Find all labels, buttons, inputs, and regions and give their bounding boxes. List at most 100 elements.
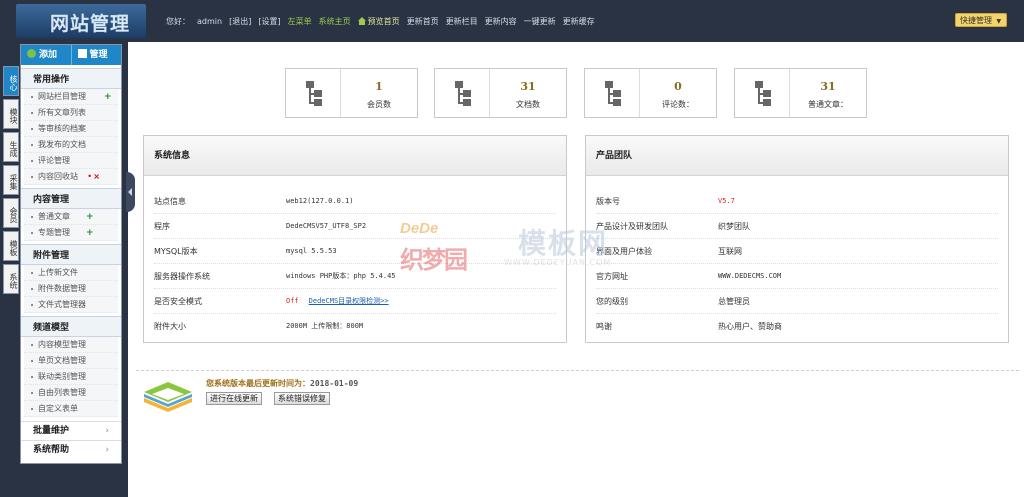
tab-generate[interactable]: 生成 [3,132,19,162]
group-channel-model: 频道模型 [21,316,121,337]
stat-articles: 31 普通文章： [734,68,867,118]
info-key: MYSQL版本 [154,247,198,256]
menu-item-free-list[interactable]: 自由列表管理 [24,385,118,401]
menu-item-label: 内容回收站 [38,172,78,181]
menu-item-label: 网站栏目管理 [38,92,86,101]
username: admin [197,17,223,26]
collapse-sidebar-handle[interactable] [126,172,135,212]
left-menu-link[interactable]: 左菜单 [288,16,312,27]
one-click-update-link[interactable]: 一键更新 [524,16,556,27]
menu-item-upload-file[interactable]: 上传新文件 [24,265,118,281]
online-update-button[interactable]: 进行在线更新 [206,392,262,405]
vertical-tabs: 核心 模块 生成 采集 会员 模板 系统 [3,66,19,297]
logout-link[interactable]: [退出] [229,16,251,27]
menu-item-all-articles[interactable]: 所有文章列表 [24,105,118,121]
system-help-link[interactable]: 系统帮助 › [21,440,121,459]
menu-item-pending-docs[interactable]: 等审核的档案 [24,121,118,137]
menu-item-single-page[interactable]: 单页文档管理 [24,353,118,369]
menu-item-recycle-bin[interactable]: 内容回收站 • × [24,169,118,185]
info-value: windows PHP版本：php 5.4.45 [286,272,396,280]
tab-core[interactable]: 核心 [3,66,19,96]
menu-item-topic-manage[interactable]: 专题管理 + [24,225,118,241]
info-key: 附件大小 [154,322,186,331]
preview-home-link[interactable]: 预览首页 [357,16,400,27]
team-key: 鸣谢 [596,322,612,331]
add-plus-icon[interactable]: + [86,225,94,241]
tab-system[interactable]: 系统 [3,264,19,294]
stat-value: 31 [520,80,536,93]
info-key: 站点信息 [154,197,186,206]
info-value: web12(127.0.0.1) [286,197,354,205]
tab-collect[interactable]: 采集 [3,165,19,195]
manage-icon [77,49,87,58]
add-plus-icon[interactable]: + [86,209,94,225]
group-content: 内容管理 [21,188,121,209]
add-tab[interactable]: 添加 [21,45,71,65]
tab-member[interactable]: 会员 [3,198,19,228]
update-content-link[interactable]: 更新内容 [485,16,517,27]
menu-item-file-manager[interactable]: 文件式管理器 [24,297,118,313]
menu-item-my-docs[interactable]: 我发布的文档 [24,137,118,153]
quick-manage-label: 快捷管理 [960,16,992,25]
info-value: 2000M 上传限制：800M [286,322,364,330]
system-repair-button[interactable]: 系统错误修复 [274,392,330,405]
menu-item-attachment-data[interactable]: 附件数据管理 [24,281,118,297]
stat-value: 0 [674,80,682,93]
menu-item-column-manage[interactable]: 网站栏目管理 + [24,89,118,105]
tree-icon [435,69,490,117]
menu-item-label: 附件数据管理 [38,284,86,293]
menu-item-label: 单页文档管理 [38,356,86,365]
greeting-label: 您好： [166,17,190,26]
menu-item-custom-form[interactable]: 自定义表单 [24,401,118,417]
version-value: V5.7 [718,197,735,205]
add-plus-icon[interactable]: + [104,89,112,105]
tree-icon [735,69,790,117]
batch-maintain-link[interactable]: 批量维护 › [21,421,121,440]
menu-item-label: 普通文章 [38,212,70,221]
dedecms-logo-icon [140,380,196,414]
team-row: 产品设计及研发团队 织梦团队 [596,214,998,239]
manage-tab-label: 管理 [89,50,108,60]
site-logo: 网站管理 [16,4,146,38]
tab-template[interactable]: 模板 [3,231,19,261]
team-key: 版本号 [596,197,620,206]
permission-check-link[interactable]: DedeCMS目录权限检测>> [309,297,389,305]
manage-tab[interactable]: 管理 [70,45,122,65]
team-row: 鸣谢 热心用户、赞助商 [596,314,998,339]
official-site-value[interactable]: WWW.DEDECMS.COM [718,264,781,289]
top-nav: 您好： admin [退出] [设置] 左菜单 系统主页 预览首页 更新首页 更… [166,16,602,27]
clear-x-icon[interactable]: × [93,169,100,185]
tree-icon [585,69,640,117]
settings-link[interactable]: [设置] [258,16,280,27]
side-menu: 添加 管理 常用操作 网站栏目管理 + 所有文章列表 等审核的档案 我发布的文档 … [20,44,122,464]
menu-item-label: 内容模型管理 [38,340,86,349]
update-column-link[interactable]: 更新栏目 [446,16,478,27]
team-row: 界面及用户体验 互联网 [596,239,998,264]
team-value: 织梦团队 [718,222,750,231]
dot-icon: • [87,172,92,181]
update-cache-link[interactable]: 更新缓存 [563,16,595,27]
team-row: 官方网址 WWW.DEDECMS.COM [596,264,998,289]
team-value: 热心用户、赞助商 [718,322,782,331]
menu-item-comment-manage[interactable]: 评论管理 [24,153,118,169]
menu-item-label: 自定义表单 [38,404,78,413]
menu-item-normal-article[interactable]: 普通文章 + [24,209,118,225]
last-update-label: 您系统版本最后更新时间为： [206,379,310,388]
menu-item-label: 专题管理 [38,228,70,237]
menu-item-linkage-category[interactable]: 联动类别管理 [24,369,118,385]
team-key: 您的级别 [596,297,628,306]
info-value: DedeCMSV57_UTF8_SP2 [286,222,367,230]
preview-home-label: 预览首页 [367,17,400,26]
quick-manage-dropdown[interactable]: 快捷管理 ▼ [955,13,1007,27]
tab-module[interactable]: 模块 [3,99,19,129]
menu-item-label: 上传新文件 [38,268,78,277]
menu-item-label: 文件式管理器 [38,300,86,309]
menu-item-content-model[interactable]: 内容模型管理 [24,337,118,353]
side-menu-header: 添加 管理 [21,45,121,65]
update-home-link[interactable]: 更新首页 [407,16,439,27]
panel-title: 系统信息 [144,136,566,176]
system-home-link[interactable]: 系统主页 [319,16,351,27]
chevron-right-icon: › [105,445,109,455]
chevron-left-icon [128,188,132,196]
chevron-right-icon: › [105,426,109,436]
